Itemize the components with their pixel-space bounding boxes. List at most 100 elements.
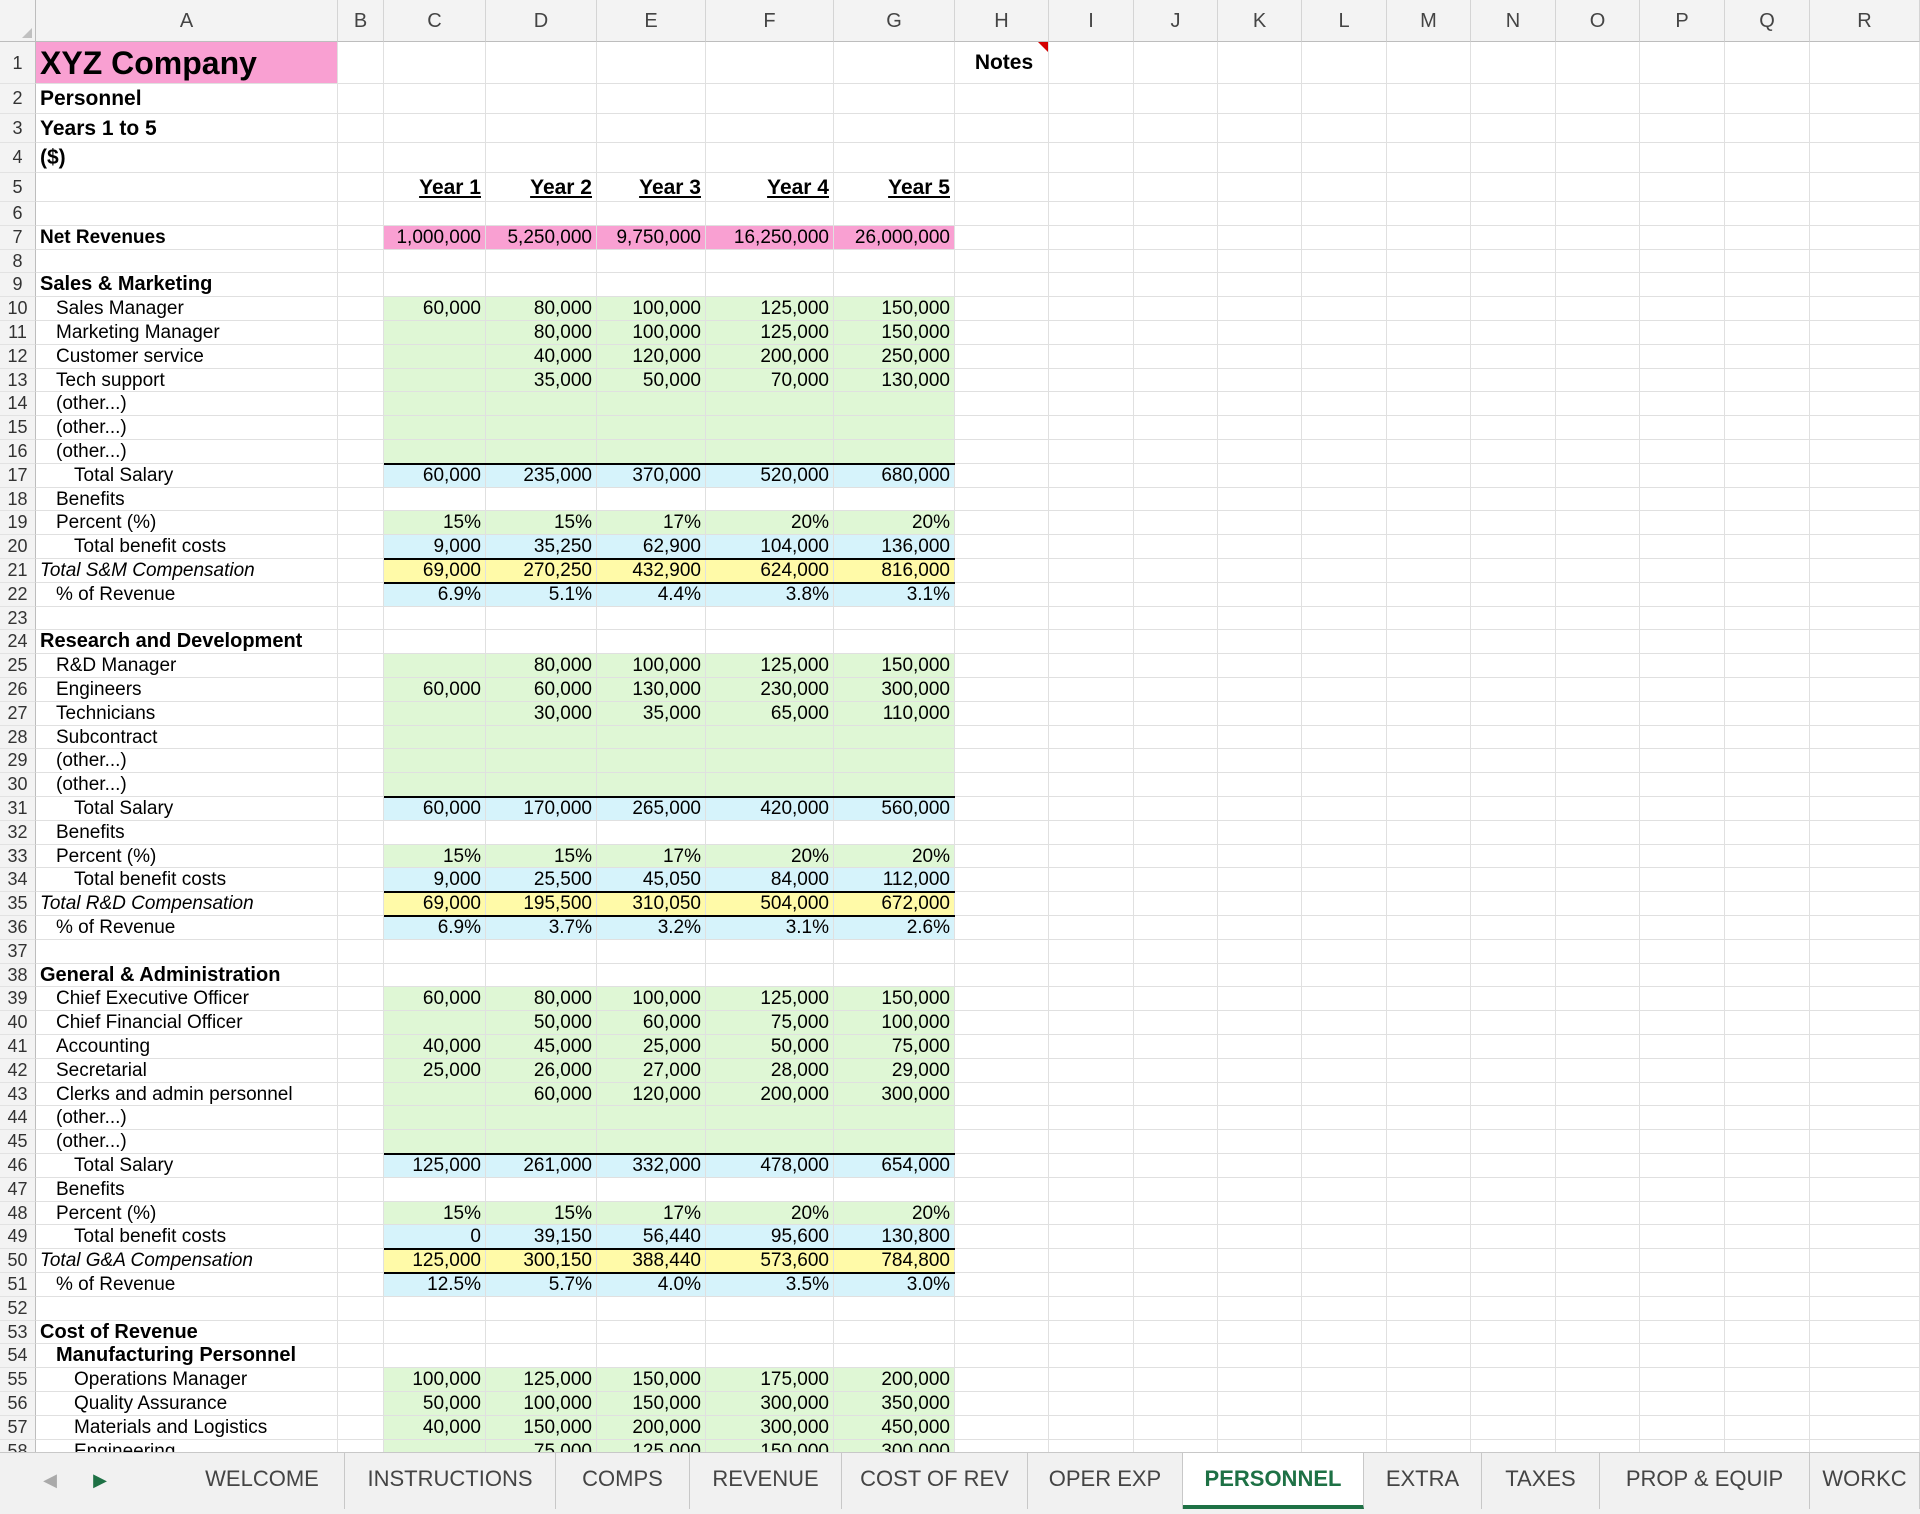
line-item-y2[interactable]: 40,000 (486, 345, 597, 369)
row-header-48[interactable]: 48 (0, 1201, 36, 1226)
sheet-tab-workc[interactable]: WORKC (1810, 1453, 1920, 1509)
benefit-percent-y1[interactable]: 15% (384, 511, 486, 535)
column-header-j[interactable]: J (1134, 0, 1218, 42)
benefit-costs-y4[interactable]: 84,000 (706, 868, 834, 892)
row-header-33[interactable]: 33 (0, 844, 36, 869)
row-header-37[interactable]: 37 (0, 939, 36, 964)
line-item-y2[interactable] (486, 726, 597, 750)
cor-item-y2[interactable]: 125,000 (486, 1368, 597, 1392)
line-item-y4[interactable] (706, 749, 834, 773)
benefit-costs-y4[interactable]: 104,000 (706, 535, 834, 559)
line-item-y1[interactable] (384, 369, 486, 393)
line-item-y5[interactable]: 300,000 (834, 1083, 955, 1107)
total-comp-y2[interactable]: 300,150 (486, 1249, 597, 1273)
cor-item-y5[interactable]: 450,000 (834, 1416, 955, 1440)
tab-scroll-right-icon[interactable]: ▶ (80, 1453, 120, 1509)
line-item-y1[interactable] (384, 440, 486, 464)
line-item-y4[interactable]: 230,000 (706, 678, 834, 702)
row-header-58[interactable]: 58 (0, 1439, 36, 1452)
line-item-y1[interactable]: 60,000 (384, 678, 486, 702)
benefit-costs-y2[interactable]: 39,150 (486, 1225, 597, 1249)
line-item-y2[interactable]: 80,000 (486, 654, 597, 678)
cor-item-y1[interactable]: 100,000 (384, 1368, 486, 1392)
line-item-y1[interactable]: 60,000 (384, 987, 486, 1011)
line-item-y4[interactable]: 75,000 (706, 1011, 834, 1035)
total-salary-y4[interactable]: 478,000 (706, 1154, 834, 1178)
line-item-y4[interactable]: 125,000 (706, 297, 834, 321)
row-header-5[interactable]: 5 (0, 172, 36, 202)
row-header-56[interactable]: 56 (0, 1392, 36, 1416)
total-comp-y1[interactable]: 69,000 (384, 559, 486, 583)
line-item-y5[interactable] (834, 392, 955, 416)
line-item-y5[interactable] (834, 773, 955, 797)
line-item-y3[interactable] (597, 726, 706, 750)
row-header-43[interactable]: 43 (0, 1082, 36, 1107)
sheet-tab-cost-of-rev[interactable]: COST OF REV (842, 1453, 1028, 1509)
benefit-percent-y3[interactable]: 17% (597, 1202, 706, 1226)
pct-revenue-y3[interactable]: 4.0% (597, 1273, 706, 1297)
total-salary-y2[interactable]: 235,000 (486, 464, 597, 488)
cor-item-y5[interactable]: 300,000 (834, 1440, 955, 1452)
net-revenue-y1[interactable]: 1,000,000 (384, 226, 486, 250)
line-item-y5[interactable] (834, 1130, 955, 1154)
row-header-9[interactable]: 9 (0, 273, 36, 298)
line-item-y5[interactable]: 300,000 (834, 678, 955, 702)
cor-item-y1[interactable]: 40,000 (384, 1416, 486, 1440)
benefit-costs-y3[interactable]: 62,900 (597, 535, 706, 559)
line-item-y2[interactable]: 35,000 (486, 369, 597, 393)
line-item-y5[interactable]: 150,000 (834, 321, 955, 345)
column-header-c[interactable]: C (384, 0, 486, 42)
total-salary-y4[interactable]: 520,000 (706, 464, 834, 488)
row-header-49[interactable]: 49 (0, 1225, 36, 1250)
sheet-tab-personnel[interactable]: PERSONNEL (1183, 1453, 1364, 1509)
line-item-y4[interactable] (706, 1106, 834, 1130)
net-revenue-y3[interactable]: 9,750,000 (597, 226, 706, 250)
cor-item-y2[interactable]: 75,000 (486, 1440, 597, 1452)
line-item-y1[interactable] (384, 1083, 486, 1107)
line-item-y5[interactable]: 250,000 (834, 345, 955, 369)
benefit-percent-y5[interactable]: 20% (834, 845, 955, 869)
pct-revenue-y5[interactable]: 3.1% (834, 583, 955, 607)
line-item-y3[interactable]: 100,000 (597, 297, 706, 321)
line-item-y5[interactable]: 130,000 (834, 369, 955, 393)
pct-revenue-y1[interactable]: 6.9% (384, 916, 486, 940)
cor-item-y5[interactable]: 200,000 (834, 1368, 955, 1392)
line-item-y4[interactable] (706, 1130, 834, 1154)
total-comp-y4[interactable]: 624,000 (706, 559, 834, 583)
column-header-o[interactable]: O (1556, 0, 1640, 42)
row-header-24[interactable]: 24 (0, 630, 36, 655)
line-item-y3[interactable] (597, 416, 706, 440)
benefit-percent-y2[interactable]: 15% (486, 845, 597, 869)
pct-revenue-y4[interactable]: 3.8% (706, 583, 834, 607)
pct-revenue-y4[interactable]: 3.5% (706, 1273, 834, 1297)
line-item-y4[interactable]: 28,000 (706, 1059, 834, 1083)
benefit-percent-y1[interactable]: 15% (384, 845, 486, 869)
row-header-19[interactable]: 19 (0, 511, 36, 536)
cor-item-y4[interactable]: 300,000 (706, 1392, 834, 1416)
line-item-y1[interactable] (384, 416, 486, 440)
row-header-8[interactable]: 8 (0, 249, 36, 274)
pct-revenue-y1[interactable]: 12.5% (384, 1273, 486, 1297)
row-header-54[interactable]: 54 (0, 1344, 36, 1369)
tab-scroll-left-icon[interactable]: ◀ (30, 1453, 70, 1509)
line-item-y2[interactable] (486, 392, 597, 416)
benefit-percent-y3[interactable]: 17% (597, 845, 706, 869)
row-header-50[interactable]: 50 (0, 1249, 36, 1273)
total-salary-y3[interactable]: 370,000 (597, 464, 706, 488)
line-item-y5[interactable] (834, 416, 955, 440)
benefit-percent-y5[interactable]: 20% (834, 1202, 955, 1226)
line-item-y3[interactable] (597, 440, 706, 464)
row-header-34[interactable]: 34 (0, 868, 36, 893)
row-header-36[interactable]: 36 (0, 916, 36, 940)
total-salary-y3[interactable]: 332,000 (597, 1154, 706, 1178)
total-comp-y2[interactable]: 270,250 (486, 559, 597, 583)
row-header-6[interactable]: 6 (0, 202, 36, 226)
benefit-percent-y1[interactable]: 15% (384, 1202, 486, 1226)
line-item-y1[interactable] (384, 773, 486, 797)
line-item-y2[interactable]: 60,000 (486, 678, 597, 702)
total-comp-y1[interactable]: 125,000 (384, 1249, 486, 1273)
benefit-costs-y1[interactable]: 9,000 (384, 868, 486, 892)
row-header-2[interactable]: 2 (0, 84, 36, 114)
benefit-costs-y1[interactable]: 0 (384, 1225, 486, 1249)
line-item-y5[interactable]: 110,000 (834, 702, 955, 726)
